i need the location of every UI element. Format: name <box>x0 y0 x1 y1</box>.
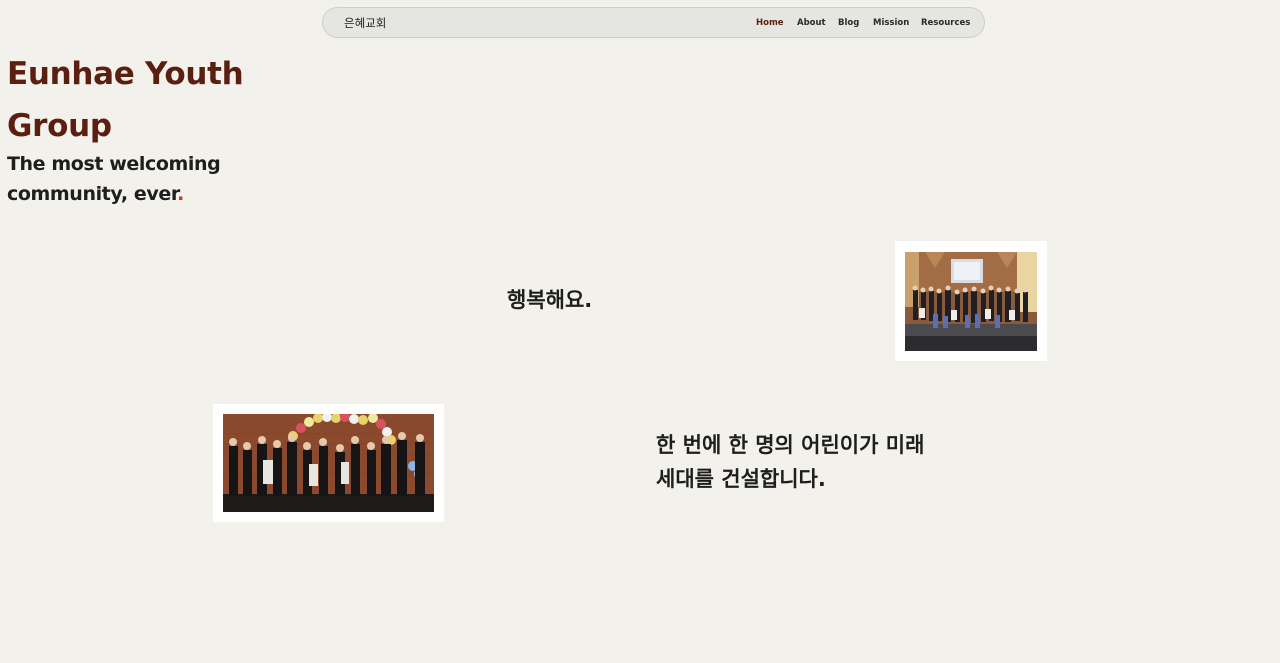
happy-statement: 행복해요. <box>507 288 593 312</box>
nav-link-blog[interactable]: Blog <box>838 18 859 28</box>
hero-subtitle-period: . <box>177 183 184 205</box>
hero-subtitle: The most welcoming community, ever. <box>7 149 247 209</box>
nav-link-mission[interactable]: Mission <box>873 18 909 28</box>
hero-title: Eunhae Youth Group <box>7 56 244 144</box>
youth-photo-frame <box>213 404 444 522</box>
nav-link-home[interactable]: Home <box>756 18 784 28</box>
site-brand[interactable]: 은혜교회 <box>344 15 386 31</box>
nav-link-resources[interactable]: Resources <box>921 18 970 28</box>
nav-link-about[interactable]: About <box>797 18 826 28</box>
congregation-photo-frame <box>895 241 1047 361</box>
church-congregation-photo <box>905 252 1037 351</box>
mission-statement: 한 번에 한 명의 어린이가 미래 세대를 건설합니다. <box>656 433 925 491</box>
hero-subtitle-text: The most welcoming community, ever <box>7 153 221 205</box>
top-navigation-bar: 은혜교회 Home About Blog Mission Resources <box>322 7 985 38</box>
youth-group-performance-photo <box>223 414 434 512</box>
page: 은혜교회 Home About Blog Mission Resources E… <box>0 0 1280 663</box>
